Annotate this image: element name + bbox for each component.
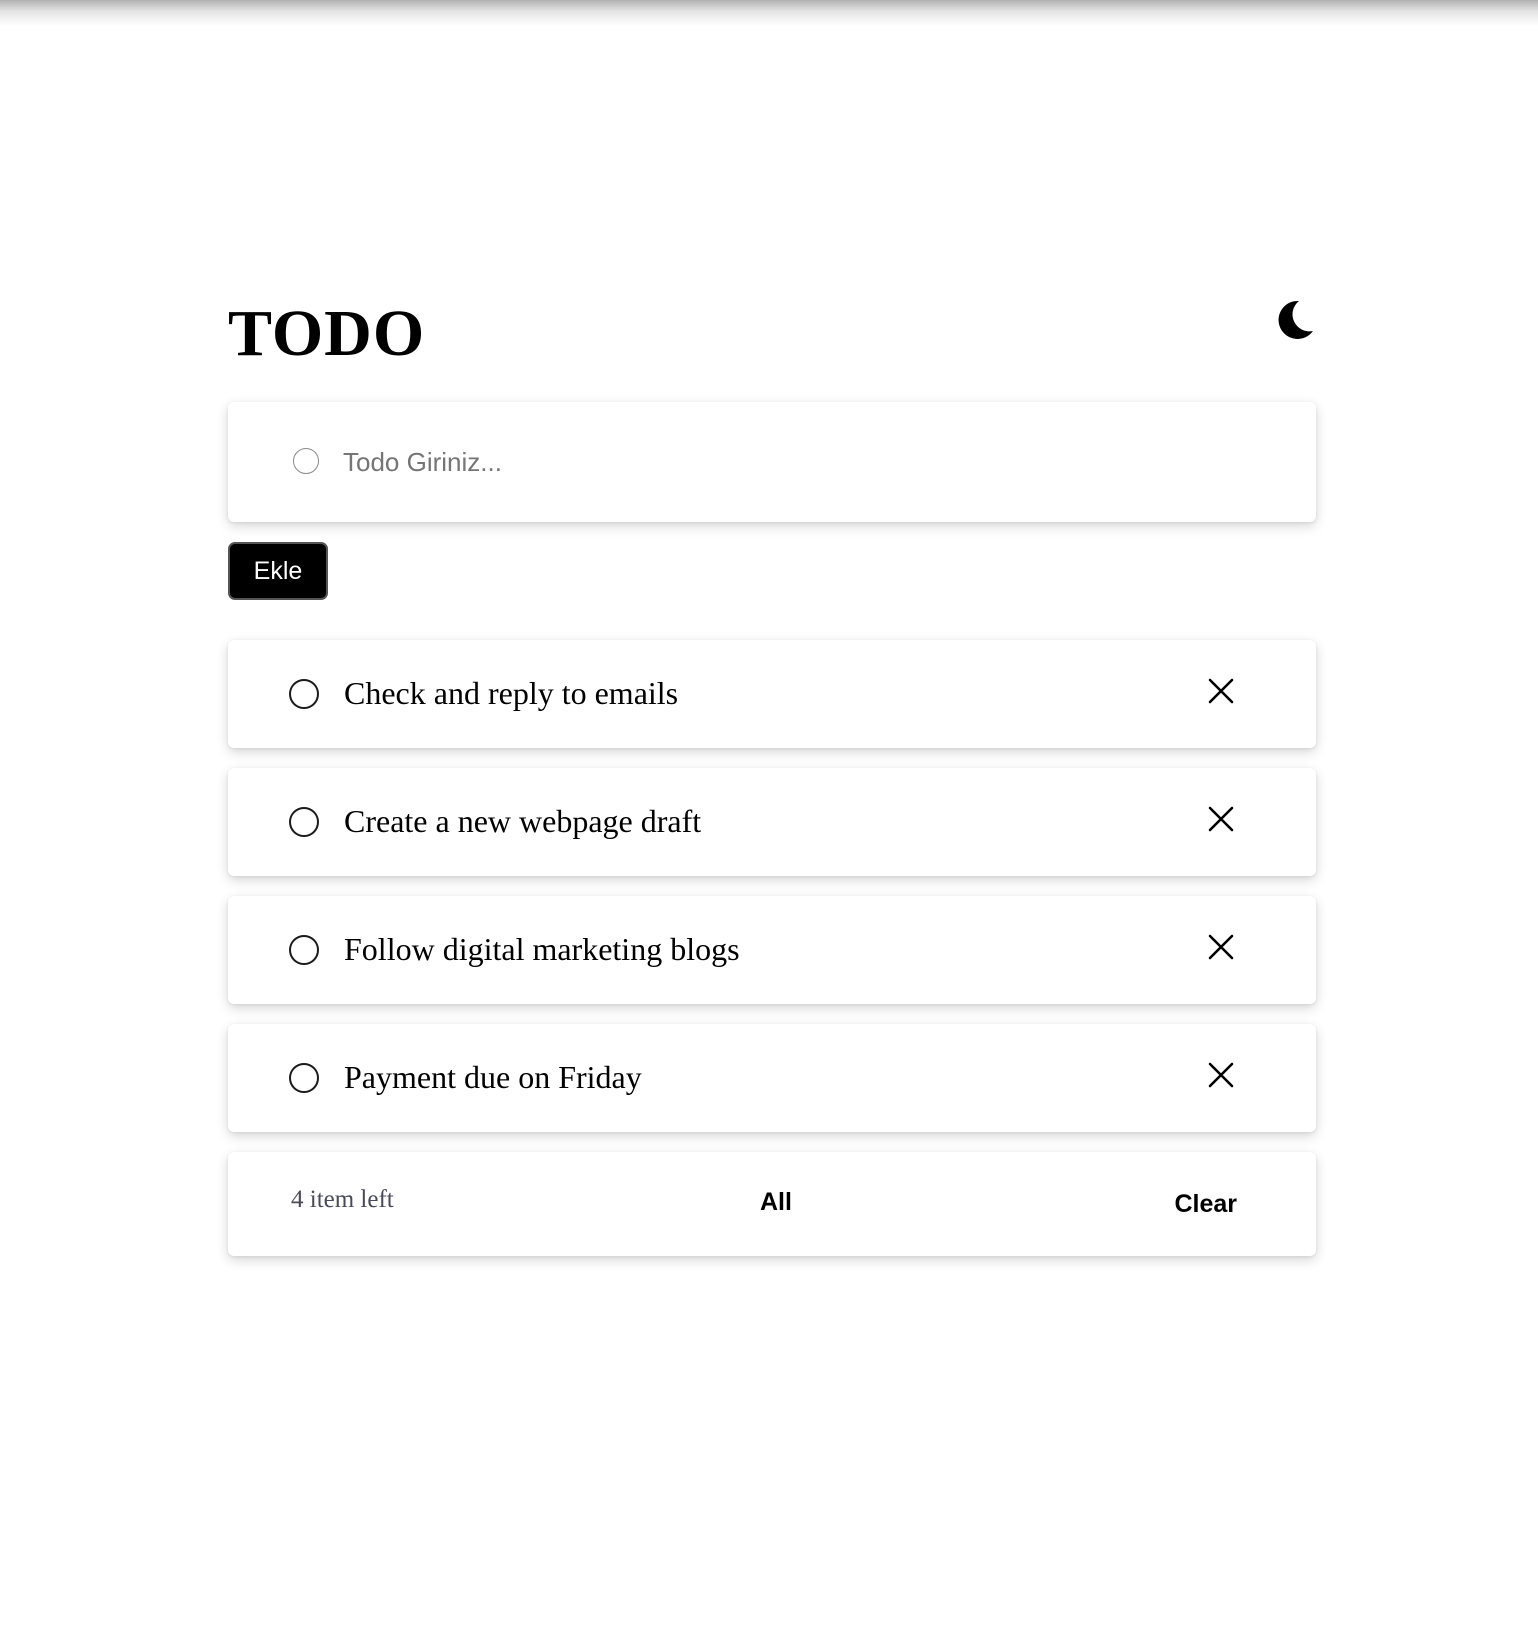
circle-checkbox-icon	[293, 448, 319, 474]
delete-todo-button[interactable]	[1204, 930, 1238, 964]
add-todo-button[interactable]: Ekle	[228, 542, 328, 600]
todo-text: Follow digital marketing blogs	[344, 931, 740, 967]
todo-text: Check and reply to emails	[344, 675, 679, 711]
clear-button[interactable]: Clear	[1174, 1190, 1237, 1219]
todo-checkbox[interactable]	[289, 1063, 319, 1093]
todo-text: Create a new webpage draft	[344, 803, 702, 839]
todo-item: Follow digital marketing blogs	[228, 896, 1316, 1004]
items-left-count: 4 item left	[291, 1186, 394, 1213]
todo-checkbox[interactable]	[289, 679, 319, 709]
todo-list: Check and reply to emails Create a new w…	[228, 640, 1316, 1256]
todo-item: Payment due on Friday	[228, 1024, 1316, 1132]
close-icon	[1208, 1062, 1234, 1088]
delete-todo-button[interactable]	[1204, 1058, 1238, 1092]
todo-checkbox[interactable]	[289, 935, 319, 965]
todo-checkbox[interactable]	[289, 807, 319, 837]
todo-app: TODO Ekle Check and reply to emails Crea…	[228, 290, 1316, 1256]
todo-input[interactable]	[341, 436, 1245, 488]
todo-footer: 4 item left All Clear	[228, 1152, 1316, 1256]
moon-icon	[1278, 300, 1313, 339]
close-icon	[1208, 934, 1234, 960]
close-icon	[1208, 678, 1234, 704]
filter-all-button[interactable]: All	[760, 1188, 792, 1217]
theme-toggle-button[interactable]	[1272, 298, 1316, 342]
close-icon	[1208, 806, 1234, 832]
page-title: TODO	[228, 297, 426, 370]
delete-todo-button[interactable]	[1204, 674, 1238, 708]
todo-item: Check and reply to emails	[228, 640, 1316, 748]
todo-item: Create a new webpage draft	[228, 768, 1316, 876]
top-shadow	[0, 0, 1538, 26]
app-header: TODO	[228, 290, 1316, 388]
todo-text: Payment due on Friday	[344, 1059, 642, 1095]
delete-todo-button[interactable]	[1204, 802, 1238, 836]
new-todo-card	[228, 402, 1316, 522]
